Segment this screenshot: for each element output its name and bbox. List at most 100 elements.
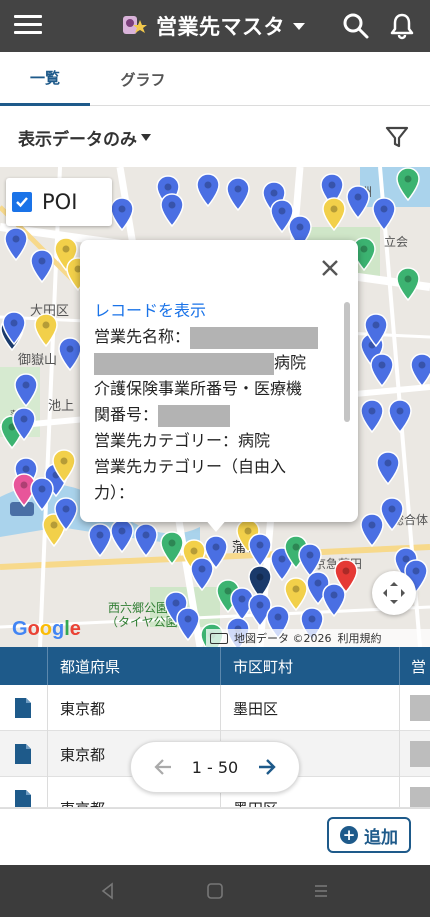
map-marker-icon[interactable]	[30, 477, 54, 511]
map-marker-icon[interactable]	[160, 193, 184, 227]
map-marker-icon[interactable]	[12, 407, 36, 441]
top-app-bar: 営業先マスタ	[0, 0, 430, 52]
map-marker-icon[interactable]	[346, 185, 370, 219]
add-button-label: 追加	[364, 827, 398, 848]
poi-toggle[interactable]: POI	[6, 178, 112, 226]
map-marker-icon[interactable]	[176, 607, 200, 641]
bell-icon[interactable]	[388, 12, 416, 40]
map-marker-icon[interactable]	[226, 177, 250, 211]
map-marker-icon[interactable]	[396, 267, 420, 301]
crosshair-icon	[383, 582, 405, 604]
arrow-right-icon[interactable]	[255, 756, 277, 778]
tab-list[interactable]: 一覧	[0, 52, 90, 106]
column-header-name[interactable]: 営	[411, 647, 426, 685]
bottom-action-bar: + 追加	[0, 808, 430, 865]
cell-prefecture: 東京都	[60, 785, 105, 808]
home-icon[interactable]	[203, 879, 227, 903]
map-marker-icon[interactable]	[134, 523, 158, 557]
map-label: 御嶽山	[18, 353, 58, 368]
chevron-down-icon	[141, 134, 151, 141]
table-header: 都道府県 市区町村 営	[0, 647, 430, 685]
tab-graph[interactable]: グラフ	[98, 52, 188, 106]
display-filter-dropdown[interactable]: 表示データのみ	[18, 125, 151, 150]
page-title: 営業先マスタ	[156, 15, 285, 39]
cell-prefecture: 東京都	[60, 699, 106, 718]
map-marker-icon[interactable]	[58, 337, 82, 371]
map-marker-icon[interactable]	[410, 353, 430, 387]
column-header-city[interactable]: 市区町村	[233, 647, 293, 685]
map-marker-icon[interactable]	[364, 313, 388, 347]
cell-city: 墨田区	[233, 699, 279, 718]
plus-icon: +	[340, 826, 358, 844]
terms-link[interactable]: 利用規約	[338, 630, 382, 646]
map-marker-icon[interactable]	[14, 373, 38, 407]
view-tabs: 一覧 グラフ	[0, 52, 430, 106]
poi-checkbox[interactable]	[12, 192, 32, 212]
back-icon[interactable]	[96, 879, 120, 903]
map-marker-icon[interactable]	[396, 167, 420, 201]
add-button[interactable]: + 追加	[327, 817, 411, 853]
map-marker-icon[interactable]	[248, 533, 272, 567]
locate-button[interactable]	[372, 571, 416, 615]
map-marker-icon[interactable]	[190, 557, 214, 591]
map-marker-icon[interactable]	[30, 249, 54, 283]
map-marker-icon[interactable]	[52, 449, 76, 483]
redacted-value	[190, 326, 319, 349]
redacted-value	[410, 741, 430, 767]
view-record-link[interactable]: レコードを表示	[94, 298, 338, 324]
checkmark-icon	[16, 197, 28, 208]
map-attribution: 地図データ ©2026 利用規約	[206, 629, 430, 647]
popup-line: 力）：	[94, 483, 135, 502]
map-label: 立会	[384, 235, 409, 249]
table-row[interactable]: 東京都 墨田区	[0, 685, 430, 731]
pagination-control: 1 - 50	[130, 741, 300, 793]
map-marker-icon[interactable]	[110, 519, 134, 553]
app-title-selector[interactable]: 営業先マスタ	[120, 0, 305, 52]
display-filter-value: 表示データのみ	[18, 130, 137, 150]
popup-line: 介護保険事業所番号・医療機	[94, 379, 303, 398]
recents-icon[interactable]	[309, 879, 333, 903]
filter-icon[interactable]	[384, 124, 410, 150]
map-marker-icon[interactable]	[34, 313, 58, 347]
app-root: 営業先マスタ 一覧 グラフ 表示データのみ 大田区 御嶽山 池上 立会 西六郷公…	[0, 0, 430, 917]
system-nav-bar	[0, 865, 430, 917]
map-marker-icon[interactable]	[388, 399, 412, 433]
redacted-value	[158, 404, 231, 427]
map-marker-icon[interactable]	[110, 197, 134, 231]
page-range: 1 - 50	[191, 757, 239, 777]
map-marker-icon[interactable]	[196, 173, 220, 207]
arrow-left-icon[interactable]	[153, 756, 175, 778]
keyboard-icon[interactable]	[210, 632, 228, 644]
map-marker-icon[interactable]	[88, 523, 112, 557]
map-marker-icon[interactable]	[360, 513, 384, 547]
popup-line: 営業先カテゴリー（自由入	[94, 457, 287, 476]
document-icon[interactable]	[14, 743, 32, 765]
google-logo: Google	[12, 618, 81, 640]
popup-line: 営業先名称：	[94, 324, 338, 350]
column-header-prefecture[interactable]: 都道府県	[60, 647, 120, 685]
map-marker-icon[interactable]	[322, 197, 346, 231]
search-icon[interactable]	[342, 12, 370, 40]
map-marker-icon[interactable]	[160, 531, 184, 565]
map-marker-icon[interactable]	[54, 497, 78, 531]
map-info-window: レコードを表示 営業先名称： 病院 介護保険事業所番号・医療機 関番号： 営業先…	[80, 240, 358, 532]
close-icon[interactable]	[318, 256, 342, 280]
popup-content: レコードを表示 営業先名称： 病院 介護保険事業所番号・医療機 関番号： 営業先…	[94, 298, 338, 506]
map-marker-icon[interactable]	[370, 353, 394, 387]
menu-icon[interactable]	[14, 12, 42, 40]
popup-pointer	[204, 518, 228, 532]
map-marker-icon[interactable]	[4, 227, 28, 261]
map-marker-icon[interactable]	[360, 399, 384, 433]
popup-scrollbar[interactable]	[344, 302, 350, 422]
map-marker-icon[interactable]	[334, 559, 358, 593]
map-marker-icon[interactable]	[2, 311, 26, 345]
redacted-value	[94, 352, 274, 375]
popup-line: 病院	[94, 350, 338, 376]
filter-row: 表示データのみ	[0, 107, 430, 167]
chevron-down-icon	[293, 22, 305, 30]
popup-line: 関番号：	[94, 402, 338, 428]
map-marker-icon[interactable]	[372, 197, 396, 231]
map-marker-icon[interactable]	[376, 451, 400, 485]
document-icon[interactable]	[14, 697, 32, 719]
document-icon[interactable]	[14, 789, 32, 808]
